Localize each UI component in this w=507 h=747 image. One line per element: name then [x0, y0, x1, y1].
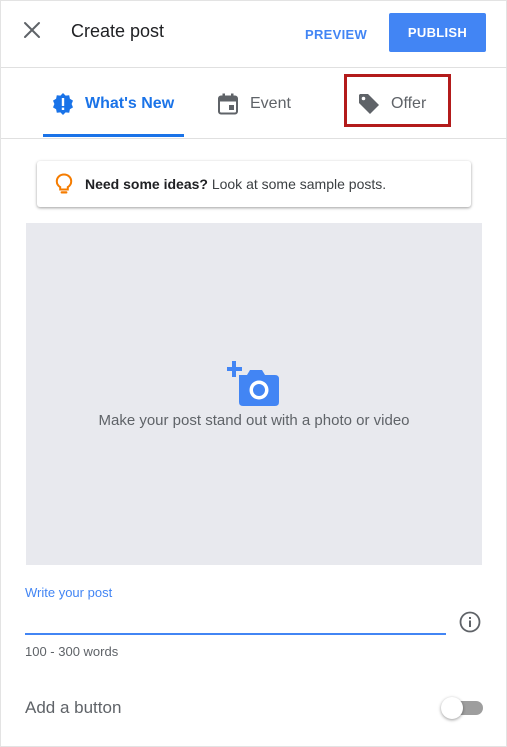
- calendar-icon: [216, 92, 240, 116]
- photo-upload-area[interactable]: Make your post stand out with a photo or…: [26, 223, 482, 565]
- header-divider: [1, 67, 507, 68]
- info-icon[interactable]: [458, 610, 482, 634]
- active-tab-indicator: [43, 134, 184, 137]
- word-count-hint: 100 - 300 words: [25, 644, 119, 659]
- tabs-divider: [1, 138, 507, 139]
- write-post-input[interactable]: [25, 603, 446, 635]
- dialog-title: Create post: [71, 21, 165, 41]
- tab-offer[interactable]: Offer: [357, 71, 426, 137]
- ideas-question: Need some ideas?: [85, 176, 208, 192]
- write-post-label: Write your post: [25, 585, 113, 600]
- create-post-dialog: Create post PREVIEW PUBLISH What's New E…: [0, 0, 507, 747]
- close-button[interactable]: [19, 19, 45, 45]
- tab-event[interactable]: Event: [216, 71, 291, 137]
- add-button-label: Add a button: [25, 698, 122, 717]
- upload-hint: Make your post stand out with a photo or…: [98, 412, 410, 429]
- sample-posts-text: Need some ideas? Look at some sample pos…: [85, 176, 386, 192]
- tab-whats-new[interactable]: What's New: [51, 71, 174, 137]
- tab-event-label: Event: [250, 95, 291, 112]
- ideas-hint: Look at some sample posts.: [207, 176, 387, 192]
- tag-icon: [357, 92, 381, 116]
- lightbulb-icon: [53, 173, 75, 195]
- close-icon: [23, 21, 41, 44]
- toggle-knob: [441, 697, 463, 719]
- tab-offer-label: Offer: [391, 95, 427, 112]
- add-button-toggle[interactable]: [441, 697, 485, 719]
- sample-posts-banner[interactable]: Need some ideas? Look at some sample pos…: [37, 161, 471, 207]
- add-photo-icon: [226, 359, 281, 407]
- tab-whats-new-label: What's New: [85, 95, 175, 112]
- whats-new-icon: [51, 92, 75, 116]
- publish-button[interactable]: PUBLISH: [389, 13, 486, 52]
- preview-button[interactable]: PREVIEW: [301, 23, 371, 45]
